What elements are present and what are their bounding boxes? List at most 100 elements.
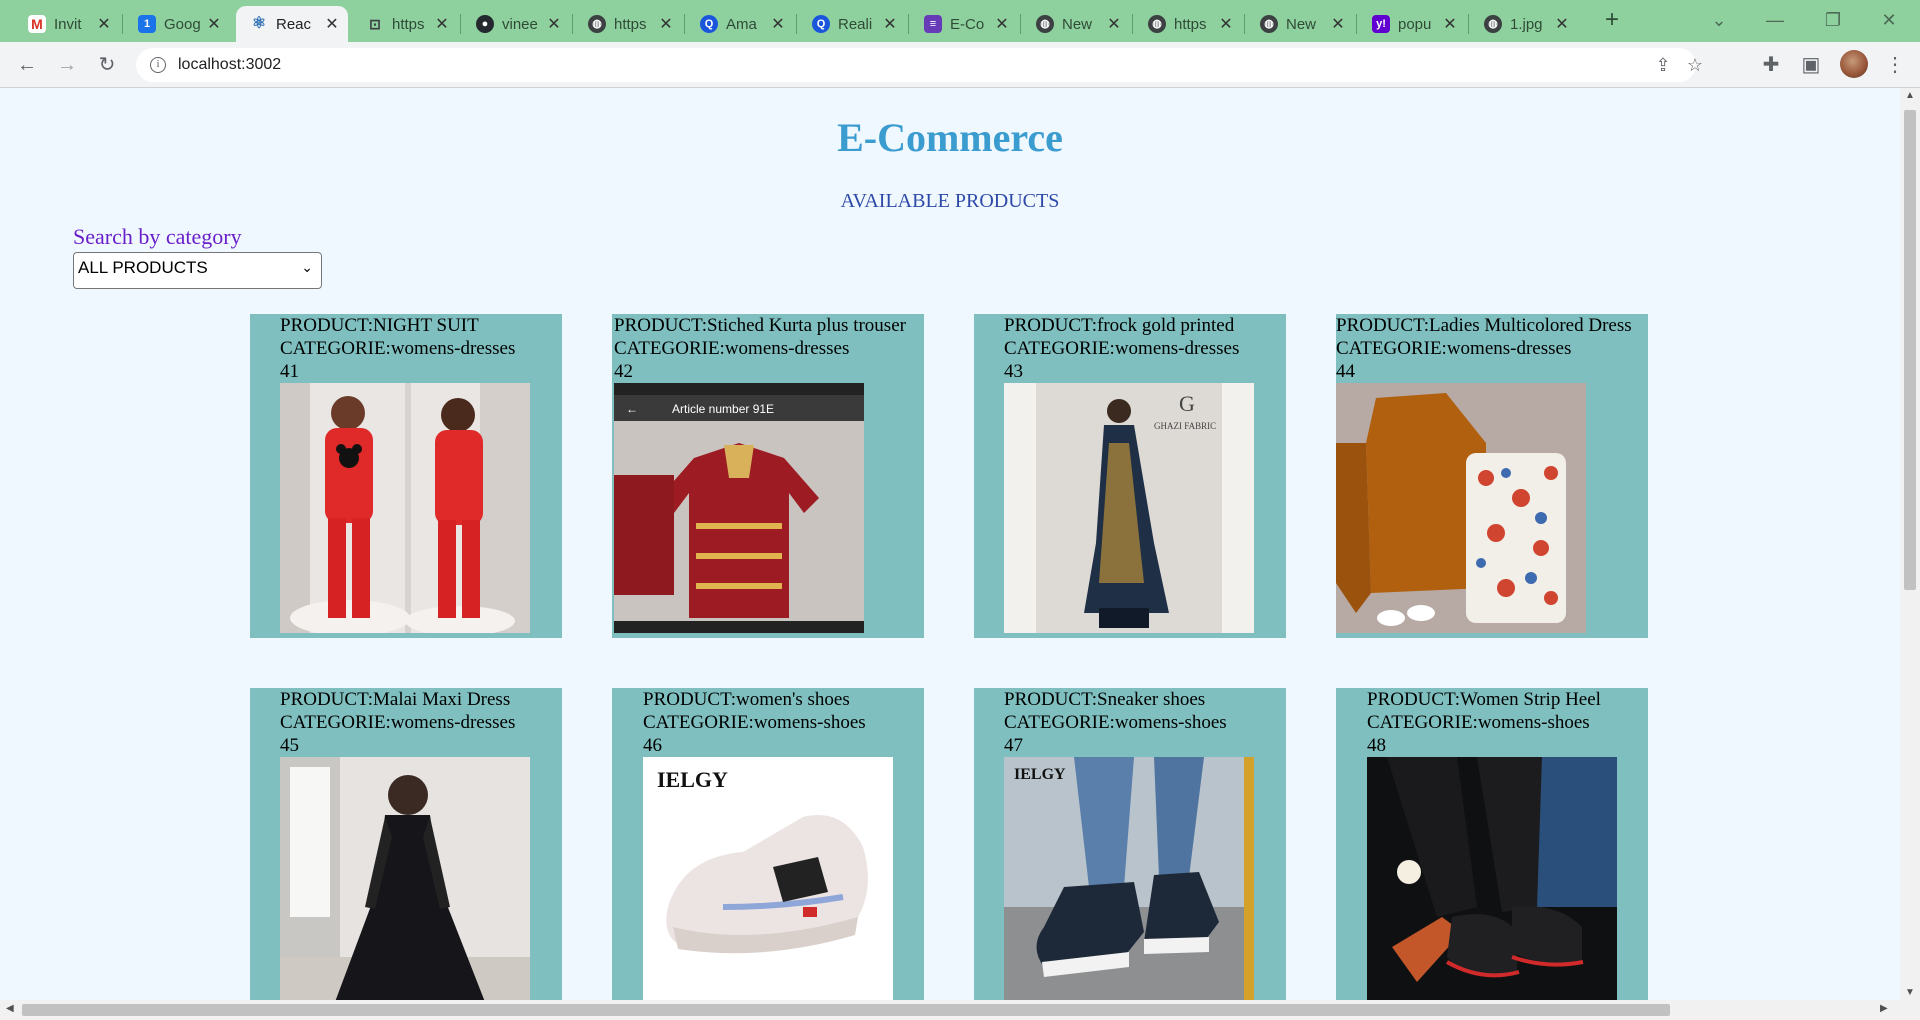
close-tab-icon[interactable]: ✕ [1106, 14, 1122, 34]
svg-text:G: G [1179, 391, 1195, 416]
tab-separator [1020, 14, 1021, 34]
vertical-scrollbar[interactable]: ▲ ▼ [1900, 88, 1920, 1000]
tab-title: New [1286, 15, 1317, 33]
close-tab-icon[interactable]: ✕ [1554, 14, 1570, 34]
globe-icon: ◍ [1484, 15, 1502, 33]
close-tab-icon[interactable]: ✕ [882, 14, 898, 34]
tab-title: https [1174, 15, 1207, 33]
address-bar[interactable]: i localhost:3002 ⇪ ☆ [136, 48, 1703, 82]
product-card[interactable]: PRODUCT:Stiched Kurta plus trouser CATEG… [612, 314, 924, 638]
product-card[interactable]: PRODUCT:Women Strip Heel CATEGORIE:women… [1336, 688, 1648, 1000]
back-button[interactable]: ← [12, 50, 42, 80]
search-by-category-label: Search by category [73, 224, 242, 249]
tab-separator [1356, 14, 1357, 34]
product-card[interactable]: PRODUCT:frock gold printed CATEGORIE:wom… [974, 314, 1286, 638]
image-caption: IELGY [657, 767, 728, 792]
globe-icon: ◍ [1148, 15, 1166, 33]
tab-separator [572, 14, 573, 34]
horizontal-scrollbar[interactable]: ◀ ▶ [0, 1000, 1920, 1020]
product-image-maxi-dress[interactable] [280, 757, 530, 1000]
github-icon: ● [476, 15, 494, 33]
react-icon: ⚛ [251, 15, 267, 32]
browser-tab[interactable]: ◍ https ✕ [1134, 6, 1242, 42]
category-select[interactable]: ALL PRODUCTS ⌄ [73, 252, 322, 289]
close-tab-icon[interactable]: ✕ [206, 14, 222, 34]
minimize-button[interactable]: — [1752, 0, 1798, 40]
scroll-left-arrow-icon[interactable]: ◀ [6, 1003, 14, 1014]
close-window-button[interactable]: ✕ [1866, 0, 1912, 40]
browser-tab-active[interactable]: ⚛ Reac ✕ [236, 6, 348, 42]
close-tab-icon[interactable]: ✕ [1330, 14, 1346, 34]
product-image-womens-shoes[interactable]: IELGY [643, 757, 893, 1000]
menu-kebab-icon[interactable]: ⋮ [1880, 50, 1910, 80]
tab-title: https [392, 15, 425, 33]
bookmark-star-icon[interactable]: ☆ [1682, 52, 1708, 78]
product-info: PRODUCT:Sneaker shoes CATEGORIE:womens-s… [1004, 688, 1227, 757]
scroll-up-arrow-icon[interactable]: ▲ [1900, 90, 1920, 101]
product-info: PRODUCT:NIGHT SUIT CATEGORIE:womens-dres… [280, 314, 515, 383]
browser-tab[interactable]: ◍ 1.jpg ✕ [1470, 6, 1578, 42]
close-tab-icon[interactable]: ✕ [1218, 14, 1234, 34]
product-image-kurta[interactable]: ← Article number 91E [614, 383, 864, 633]
close-tab-icon[interactable]: ✕ [1442, 14, 1458, 34]
tab-title: New [1062, 15, 1093, 33]
product-info: PRODUCT:Stiched Kurta plus trouser CATEG… [614, 314, 906, 383]
new-tab-button[interactable]: + [1598, 6, 1626, 34]
browser-tab[interactable]: ◍ New ✕ [1022, 6, 1130, 42]
product-card[interactable]: PRODUCT:Malai Maxi Dress CATEGORIE:women… [250, 688, 562, 1000]
close-tab-icon[interactable]: ✕ [324, 14, 340, 34]
product-category: CATEGORIE:womens-dresses [1336, 338, 1572, 359]
browser-tab[interactable]: Q Reali ✕ [798, 6, 906, 42]
svg-text:←: ← [626, 402, 638, 416]
vertical-scroll-thumb[interactable] [1904, 110, 1916, 590]
product-image-night-suit[interactable] [280, 383, 530, 633]
product-card[interactable]: PRODUCT:NIGHT SUIT CATEGORIE:womens-dres… [250, 314, 562, 638]
horizontal-scroll-thumb[interactable] [22, 1004, 1670, 1016]
browser-tab[interactable]: Q Ama ✕ [686, 6, 794, 42]
browser-tab[interactable]: ≡ E-Co ✕ [910, 6, 1018, 42]
profile-avatar[interactable] [1840, 50, 1868, 78]
product-card[interactable]: PRODUCT:Sneaker shoes CATEGORIE:womens-s… [974, 688, 1286, 1000]
close-tab-icon[interactable]: ✕ [96, 14, 112, 34]
site-title: E-Commerce [837, 115, 1063, 160]
product-image-gold-frock[interactable]: G GHAZI FABRIC [1004, 383, 1254, 633]
product-image-strip-heel[interactable] [1367, 757, 1617, 1000]
scroll-down-arrow-icon[interactable]: ▼ [1900, 987, 1920, 998]
tab-title: Goog [164, 15, 201, 33]
tab-separator [796, 14, 797, 34]
browser-tab[interactable]: 1 Goog ✕ [124, 6, 230, 42]
browser-tab[interactable]: ⊡ https ✕ [352, 6, 458, 42]
product-id: 43 [1004, 361, 1023, 382]
browser-tab[interactable]: ◍ New ✕ [1246, 6, 1354, 42]
browser-tab[interactable]: ◍ https ✕ [574, 6, 682, 42]
tab-search-chevron-icon[interactable]: ⌄ [1696, 0, 1742, 40]
product-card[interactable]: PRODUCT:Ladies Multicolored Dress CATEGO… [1336, 314, 1648, 638]
product-card[interactable]: PRODUCT:women's shoes CATEGORIE:womens-s… [612, 688, 924, 1000]
product-id: 44 [1336, 361, 1355, 382]
close-tab-icon[interactable]: ✕ [546, 14, 562, 34]
side-panel-icon[interactable]: ▣ [1796, 50, 1826, 80]
extensions-puzzle-icon[interactable]: ✚ [1756, 50, 1786, 80]
close-tab-icon[interactable]: ✕ [770, 14, 786, 34]
tab-title: Reac [276, 15, 312, 33]
browser-tab[interactable]: M Invit ✕ [14, 6, 120, 42]
reload-button[interactable]: ↻ [92, 50, 122, 80]
tab-separator [1468, 14, 1469, 34]
site-info-icon[interactable]: i [150, 57, 166, 73]
product-name: PRODUCT:Stiched Kurta plus trouser [614, 315, 906, 336]
close-tab-icon[interactable]: ✕ [434, 14, 450, 34]
product-id: 45 [280, 735, 299, 756]
browser-tab[interactable]: y! popu ✕ [1358, 6, 1466, 42]
share-icon[interactable]: ⇪ [1650, 52, 1676, 78]
close-tab-icon[interactable]: ✕ [994, 14, 1010, 34]
forward-button[interactable]: → [52, 50, 82, 80]
browser-tab[interactable]: ● vinee ✕ [462, 6, 570, 42]
product-image-sneaker-shoes[interactable]: IELGY [1004, 757, 1254, 1000]
restore-button[interactable]: ❐ [1810, 0, 1856, 40]
globe-icon: ◍ [588, 15, 606, 33]
url-text[interactable]: localhost:3002 [178, 56, 281, 74]
product-image-multicolored-dress[interactable] [1336, 383, 1586, 633]
scroll-right-arrow-icon[interactable]: ▶ [1880, 1003, 1888, 1014]
product-info: PRODUCT:Ladies Multicolored Dress CATEGO… [1336, 314, 1632, 383]
close-tab-icon[interactable]: ✕ [658, 14, 674, 34]
